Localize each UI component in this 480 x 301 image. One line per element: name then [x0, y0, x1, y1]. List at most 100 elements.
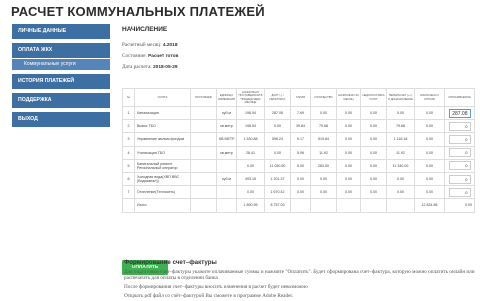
- cell-number: 7: [122, 185, 135, 200]
- col-header: Поставщик: [190, 88, 217, 107]
- cell-number: 3: [122, 132, 135, 147]
- invoice-title: Формирование счет–фактуры: [124, 259, 217, 266]
- cell-payable: 287.08: [444, 105, 475, 121]
- cell-charged: 0.00: [336, 171, 361, 187]
- cell-provider: [190, 105, 217, 121]
- cell-undersupply: 0.00: [360, 158, 387, 173]
- cell-undersupply: 0.00: [360, 171, 387, 187]
- col-header: Начислено поставщиком в предыдущем месяц…: [236, 88, 265, 107]
- sidebar-item-support[interactable]: ПОДДЕРЖКА: [12, 93, 110, 108]
- cell-to-pay: 0.00: [414, 105, 445, 121]
- cell-charged: 0.00: [336, 119, 361, 134]
- cell-number: 4: [122, 145, 135, 160]
- cell-recalc: 1 116.18: [386, 132, 415, 147]
- cell-provider: [190, 119, 217, 134]
- cell-payable: 0: [444, 158, 475, 173]
- cell-debt: 287.08: [264, 105, 291, 121]
- cell-prev-charge: 0.00: [236, 185, 265, 200]
- sidebar-item-personal-data[interactable]: ЛИЧНЫЕ ДАННЫЕ: [12, 24, 110, 39]
- cell-service: Капитальный ремонт Региональный оператор: [134, 158, 191, 173]
- cell-quantity: 0.00: [310, 105, 337, 121]
- cell-unit: КВ.МЕТР: [216, 132, 237, 147]
- sidebar-item-utility-payment[interactable]: ОПЛАТА ЖКХ: [12, 43, 110, 58]
- table-row: 2 Вывоз ТБО кв.метр 198.54 0.00 39.84 79.68 0.0…: [122, 119, 475, 134]
- table-row: 4 Утилизация ТБО кв.метр 28.41 0.00 5.96 11.92…: [122, 145, 475, 160]
- payable-amount-input[interactable]: 0: [448, 121, 471, 131]
- table-total-row: Итого: 1 890.95 8 757.03 12 834.86 0.00: [122, 198, 475, 213]
- cell-recalc: 11.92: [386, 145, 415, 160]
- table-row: 6 Холодная вода(ХВП ВВС (Водоканал)) куб.м…: [122, 171, 475, 187]
- cell-quantity: 11.92: [310, 145, 337, 160]
- payable-amount-input[interactable]: 0: [448, 148, 471, 158]
- cell-tariff: 5.96: [290, 145, 311, 160]
- cell-provider: [190, 185, 217, 200]
- sidebar: ЛИЧНЫЕ ДАННЫЕ ОПЛАТА ЖКХ Коммунальные ус…: [12, 24, 110, 131]
- total-pay: 0.00: [444, 198, 475, 213]
- invoice-text-1: Для подготовки счет–фактуры укажите опла…: [124, 269, 475, 281]
- cell-charged: 0.00: [336, 105, 361, 121]
- cell-debt: 596.24: [264, 132, 291, 147]
- cell-to-pay: 0.00: [414, 132, 445, 147]
- payable-amount-input[interactable]: 0: [448, 161, 471, 171]
- sidebar-subitem-utility-services[interactable]: Коммунальные услуги: [12, 59, 110, 70]
- cell-provider: [190, 158, 217, 173]
- cell-debt: 0.00: [264, 145, 291, 160]
- cell-service: Холодная вода(ХВП ВВС (Водоканал)): [134, 171, 191, 187]
- payable-amount-input[interactable]: 287.08: [448, 108, 471, 118]
- info-calc-date: Дата расчета: 2018-05-29: [122, 64, 178, 70]
- cell-service: Утилизация ТБО: [134, 145, 191, 160]
- page-title: РАСЧЕТ КОММУНАЛЬНЫХ ПЛАТЕЖЕЙ: [11, 4, 265, 19]
- total-prev: 1 890.95: [236, 198, 265, 213]
- cell-number: 6: [122, 171, 135, 187]
- col-header: Долг (-) / переплата: [264, 88, 291, 107]
- col-header: Начислено за месяц: [336, 88, 361, 107]
- col-header: Недопоставка услуг: [360, 88, 387, 107]
- cell-unit: [216, 185, 237, 200]
- table-row: 5 Капитальный ремонт Региональный операто…: [122, 158, 475, 173]
- cell-tariff: 9.17: [290, 132, 311, 147]
- cell-payable: 0: [444, 119, 475, 134]
- cell-quantity: 283.50: [310, 158, 337, 173]
- cell-prev-charge: 0.00: [236, 158, 265, 173]
- cell-quantity: 519.84: [310, 132, 337, 147]
- cell-tariff: 5.00: [290, 158, 311, 173]
- cell-provider: [190, 171, 217, 187]
- cell-quantity: 0.00: [310, 171, 337, 187]
- cell-charged: 0.00: [336, 185, 361, 200]
- cell-unit: куб.м: [216, 171, 237, 187]
- cell-unit: кв.метр: [216, 145, 237, 160]
- cell-tariff: 0.00: [290, 171, 311, 187]
- payable-amount-input[interactable]: 0: [448, 174, 471, 184]
- cell-recalc: 0.00: [386, 105, 415, 121]
- cell-number: 2: [122, 119, 135, 134]
- sidebar-item-logout[interactable]: ВЫХОД: [12, 112, 110, 127]
- invoice-text-2: После формирования счет–фактуры вносить …: [124, 284, 308, 290]
- cell-charged: 0.00: [336, 145, 361, 160]
- cell-payable: 0: [444, 132, 475, 147]
- table-row: 7 Отопление(Теплосеть) 0.00 1 670.42 0.00 0.0…: [122, 185, 475, 200]
- cell-number: 5: [122, 158, 135, 173]
- section-title: НАЧИСЛЕНИЕ: [122, 26, 168, 33]
- cell-tariff: 7.69: [290, 105, 311, 121]
- cell-debt: 1 201.37: [264, 171, 291, 187]
- total-debt: 8 757.03: [264, 198, 291, 213]
- total-recalc: 12 834.86: [414, 198, 445, 213]
- cell-unit: [216, 158, 237, 173]
- col-header: Перерасчет (+/-) и доначисление: [386, 88, 415, 107]
- cell-undersupply: 0.00: [360, 119, 387, 134]
- payable-amount-input[interactable]: 0: [448, 134, 471, 144]
- cell-service: Канализация: [134, 105, 191, 121]
- payable-amount-input[interactable]: 0: [448, 187, 471, 197]
- table-row: 1 Канализация куб.м 198.94 287.08 7.69 0.00 0.0…: [122, 105, 475, 121]
- cell-prev-charge: 493.16: [236, 171, 265, 187]
- cell-recalc: 0.00: [386, 171, 415, 187]
- total-label: Итого:: [134, 198, 191, 213]
- cell-service: Управление жилым фондом: [134, 132, 191, 147]
- info-status: Состояние: Расчет готов: [122, 53, 179, 59]
- cell-payable: 0: [444, 171, 475, 187]
- cell-undersupply: 0.00: [360, 105, 387, 121]
- cell-payable: 0: [444, 185, 475, 200]
- cell-service: Вывоз ТБО: [134, 119, 191, 134]
- sidebar-item-payment-history[interactable]: ИСТОРИЯ ПЛАТЕЖЕЙ: [12, 74, 110, 89]
- charges-table: № Услуга Поставщик Единица измерения Нач…: [122, 88, 475, 213]
